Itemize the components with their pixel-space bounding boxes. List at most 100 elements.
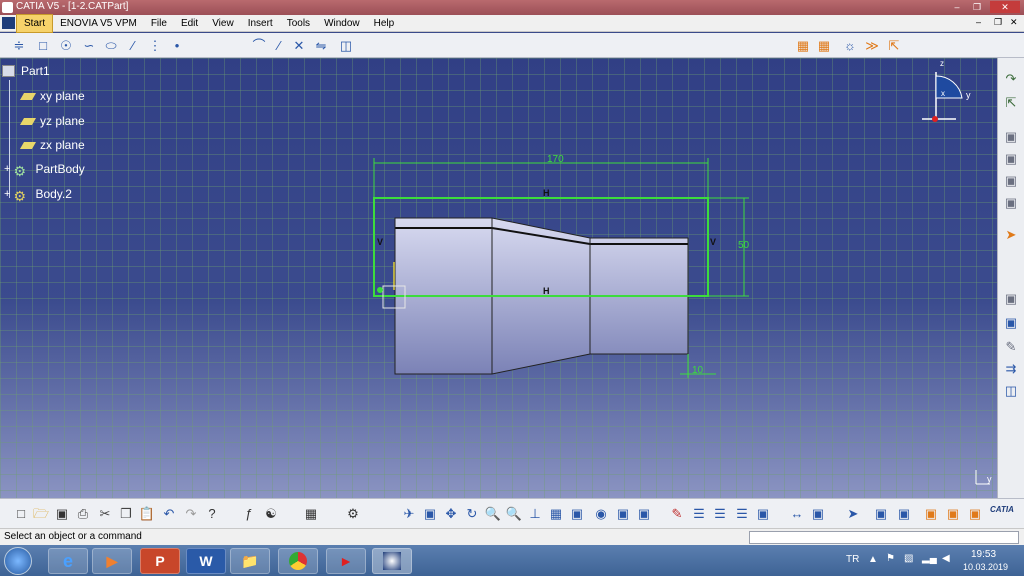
constraint-v-right[interactable]: V bbox=[710, 237, 716, 247]
copy-icon[interactable]: ❐ bbox=[117, 505, 135, 523]
windows-start-icon[interactable] bbox=[4, 547, 32, 575]
measure-icon[interactable]: ↔ bbox=[788, 505, 806, 523]
constraint-h-top[interactable]: H bbox=[543, 188, 550, 198]
cursor-icon[interactable]: ➤ bbox=[1002, 226, 1020, 244]
taskbar-powerpoint[interactable]: P bbox=[140, 548, 180, 574]
menu-help[interactable]: Help bbox=[367, 15, 402, 32]
undo-icon[interactable]: ↶ bbox=[160, 505, 178, 523]
taskbar-chrome[interactable] bbox=[278, 548, 318, 574]
action-center-icon[interactable]: ⚑ bbox=[886, 553, 895, 564]
close-icon[interactable]: ✕ bbox=[990, 1, 1020, 13]
menu-edit[interactable]: Edit bbox=[174, 15, 205, 32]
constraint-icon[interactable]: ☼ bbox=[841, 37, 859, 54]
menu-enovia[interactable]: ENOVIA V5 VPM bbox=[53, 15, 144, 32]
save-icon[interactable]: ▣ bbox=[53, 505, 71, 523]
pan-icon[interactable]: ✥ bbox=[442, 505, 460, 523]
clipping-icon[interactable]: ▣ bbox=[895, 505, 913, 523]
shaft-icon[interactable]: ▣ bbox=[1002, 172, 1020, 190]
grid-icon[interactable]: ▦ bbox=[794, 37, 812, 54]
tools-orange-3-icon[interactable]: ▣ bbox=[966, 505, 984, 523]
catalog-icon[interactable]: ☰ bbox=[733, 505, 751, 523]
rectangle-icon[interactable]: □ bbox=[34, 37, 52, 54]
doc-restore-icon[interactable]: ❐ bbox=[994, 17, 1002, 28]
measure-item-icon[interactable]: ▣ bbox=[809, 505, 827, 523]
menu-start[interactable]: Start bbox=[16, 13, 54, 33]
table-icon[interactable]: ▦ bbox=[302, 505, 320, 523]
doc-close-icon[interactable]: ✕ bbox=[1010, 17, 1018, 28]
line-icon[interactable]: ∕ bbox=[124, 37, 142, 54]
parameter-icon[interactable]: ⚙ bbox=[344, 505, 362, 523]
hide-show-icon[interactable]: ▣ bbox=[614, 505, 632, 523]
restore-icon[interactable]: ❐ bbox=[968, 1, 986, 13]
menu-file[interactable]: File bbox=[144, 15, 174, 32]
exit-sketch-icon[interactable]: ⇱ bbox=[1002, 94, 1020, 112]
zoom-in-icon[interactable]: 🔍 bbox=[484, 505, 502, 523]
menu-window[interactable]: Window bbox=[317, 15, 367, 32]
property-icon[interactable]: ☰ bbox=[711, 505, 729, 523]
multi-view-icon[interactable]: ▦ bbox=[547, 505, 565, 523]
zoom-out-icon[interactable]: 🔍 bbox=[505, 505, 523, 523]
doc-minimize-icon[interactable]: – bbox=[976, 17, 981, 27]
redo-icon[interactable]: ↷ bbox=[182, 505, 200, 523]
open-icon[interactable]: 🗁 bbox=[32, 505, 50, 523]
apply-material-icon[interactable]: ▣ bbox=[754, 505, 772, 523]
cube-icon[interactable]: ▣ bbox=[1002, 314, 1020, 332]
taskbar-ie[interactable]: e bbox=[48, 548, 88, 574]
fit-all-icon[interactable]: ▣ bbox=[421, 505, 439, 523]
transform-icon[interactable]: ⇉ bbox=[1002, 360, 1020, 378]
profile-icon[interactable]: ≑ bbox=[10, 37, 28, 54]
pocket-icon[interactable]: ▣ bbox=[1002, 150, 1020, 168]
print-icon[interactable]: ⎙ bbox=[74, 505, 92, 523]
axis-icon[interactable]: ⋮ bbox=[146, 37, 164, 54]
dimension-icon[interactable]: ≫ bbox=[863, 37, 881, 54]
clock-date[interactable]: 10.03.2019 bbox=[963, 562, 1008, 572]
volume-icon[interactable]: ◀ bbox=[942, 553, 950, 564]
formula-icon[interactable]: ƒ bbox=[240, 505, 258, 523]
help-icon[interactable]: ? bbox=[203, 505, 221, 523]
exit-workbench-icon[interactable]: ⇱ bbox=[885, 37, 903, 54]
cut-icon[interactable]: ✂ bbox=[96, 505, 114, 523]
groove-icon[interactable]: ▣ bbox=[1002, 194, 1020, 212]
menu-view[interactable]: View bbox=[205, 15, 241, 32]
network-icon[interactable]: ▧ bbox=[904, 553, 913, 564]
chamfer-icon[interactable]: ∕ bbox=[270, 37, 288, 54]
catia-menu-logo-icon[interactable] bbox=[2, 17, 15, 29]
iso-view-icon[interactable]: ▣ bbox=[568, 505, 586, 523]
signal-icon[interactable]: ▂▄ bbox=[922, 553, 937, 564]
taskbar-media[interactable]: ▶ bbox=[92, 548, 132, 574]
fly-mode-icon[interactable]: ✈ bbox=[400, 505, 418, 523]
taskbar-acrobat[interactable]: ► bbox=[326, 548, 366, 574]
geometry-viewport[interactable]: Part1 xy plane yz plane zx plane + ⚙ Par… bbox=[0, 58, 997, 498]
show-hidden-icons-icon[interactable]: ▲ bbox=[868, 554, 878, 565]
dim-text-offset[interactable]: 10 bbox=[692, 365, 703, 376]
knowledge-icon[interactable]: ☯ bbox=[262, 505, 280, 523]
snap-icon[interactable]: ▦ bbox=[815, 37, 833, 54]
spline-icon[interactable]: ∽ bbox=[80, 37, 98, 54]
clock-time[interactable]: 19:53 bbox=[971, 549, 996, 560]
corner-icon[interactable]: ⌒ bbox=[250, 37, 268, 54]
boolean-icon[interactable]: ▣ bbox=[1002, 290, 1020, 308]
list-icon[interactable]: ☰ bbox=[690, 505, 708, 523]
swap-space-icon[interactable]: ▣ bbox=[635, 505, 653, 523]
normal-view-icon[interactable]: ⊥ bbox=[526, 505, 544, 523]
taskbar-explorer[interactable]: 📁 bbox=[230, 548, 270, 574]
mirror-icon[interactable]: ⇋ bbox=[312, 37, 330, 54]
sketch-icon[interactable]: ↷ bbox=[1002, 70, 1020, 88]
ellipse-icon[interactable]: ⬭ bbox=[102, 37, 120, 54]
taskbar-word[interactable]: W bbox=[186, 548, 226, 574]
taskbar-catia[interactable] bbox=[372, 548, 412, 574]
language-indicator[interactable]: TR bbox=[846, 554, 859, 565]
constraint-h-bottom[interactable]: H bbox=[543, 286, 550, 296]
tools-orange-2-icon[interactable]: ▣ bbox=[944, 505, 962, 523]
menu-insert[interactable]: Insert bbox=[241, 15, 280, 32]
project-icon[interactable]: ◫ bbox=[337, 37, 355, 54]
point-icon[interactable]: • bbox=[168, 37, 186, 54]
select-icon[interactable]: ➤ bbox=[844, 505, 862, 523]
menu-tools[interactable]: Tools bbox=[280, 15, 317, 32]
rotate-icon[interactable]: ↻ bbox=[463, 505, 481, 523]
pencil-icon[interactable]: ✎ bbox=[1002, 338, 1020, 356]
tools-orange-icon[interactable]: ▣ bbox=[922, 505, 940, 523]
minimize-icon[interactable]: – bbox=[948, 1, 966, 13]
pad-icon[interactable]: ▣ bbox=[1002, 128, 1020, 146]
dim-text-height[interactable]: 50 bbox=[738, 240, 749, 251]
